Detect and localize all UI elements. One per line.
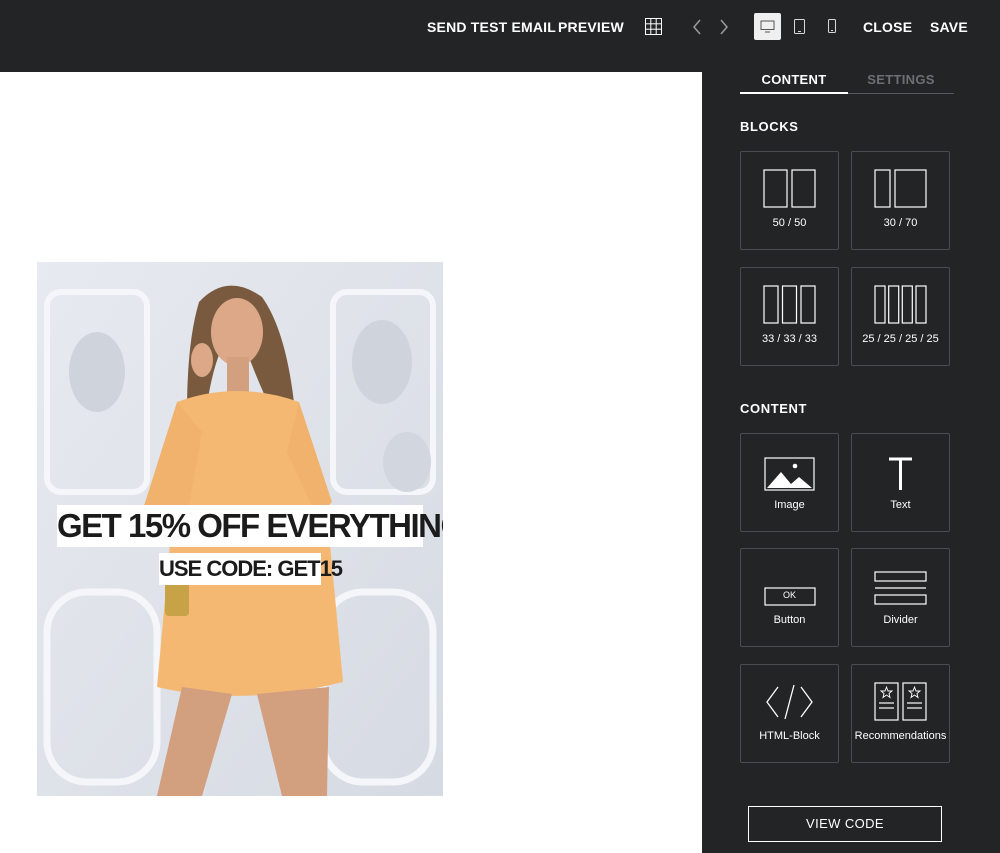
image-icon	[764, 457, 815, 491]
blocks-section-title: BLOCKS	[740, 119, 799, 134]
tile-label: Button	[773, 614, 806, 626]
send-test-email-button[interactable]: SEND TEST EMAIL	[427, 0, 556, 54]
divider-icon	[874, 571, 927, 605]
tile-label: 30 / 70	[883, 217, 918, 229]
promo-headline: GET 15% OFF EVERYTHING	[57, 505, 443, 547]
tile-label: Image	[774, 499, 805, 511]
content-text[interactable]: Text	[851, 433, 950, 532]
tile-label: 33 / 33 / 33	[761, 333, 818, 345]
columns-30-70-icon	[874, 169, 927, 208]
text-icon	[889, 457, 912, 490]
columns-50-50-icon	[763, 169, 816, 208]
content-button[interactable]: OK Button	[740, 548, 839, 647]
grid-icon[interactable]	[645, 18, 662, 35]
redo-chevron-right-icon[interactable]	[719, 19, 729, 35]
block-33-33-33[interactable]: 33 / 33 / 33	[740, 267, 839, 366]
recommendations-icon	[874, 682, 927, 721]
tablet-icon[interactable]	[794, 19, 805, 34]
columns-33-33-33-icon	[763, 285, 816, 324]
content-recommendations[interactable]: Recommendations	[851, 664, 950, 763]
editor-sidebar: CONTENT SETTINGS BLOCKS 50 / 50 30 / 70 …	[702, 72, 1000, 853]
content-html-block[interactable]: HTML-Block	[740, 664, 839, 763]
tile-label: 50 / 50	[772, 217, 807, 229]
preview-button[interactable]: PREVIEW	[558, 0, 624, 54]
editor-toolbar: SEND TEST EMAIL PREVIEW CLOSE SAVE	[0, 0, 1000, 72]
desktop-view-button[interactable]	[754, 13, 781, 40]
columns-25-25-25-25-icon	[874, 285, 927, 324]
tile-label: Divider	[883, 614, 918, 626]
block-25-25-25-25[interactable]: 25 / 25 / 25 / 25	[851, 267, 950, 366]
code-icon	[766, 684, 813, 720]
tile-label: 25 / 25 / 25 / 25	[862, 333, 939, 345]
active-tab-indicator	[740, 92, 848, 94]
promo-code: USE CODE: GET15	[159, 553, 343, 585]
block-50-50[interactable]: 50 / 50	[740, 151, 839, 250]
hero-image-block[interactable]: GET 15% OFF EVERYTHING USE CODE: GET15	[37, 262, 443, 796]
tab-content[interactable]: CONTENT	[740, 72, 848, 94]
tile-label: HTML-Block	[759, 730, 820, 742]
content-section-title: CONTENT	[740, 401, 808, 416]
desktop-icon	[760, 20, 775, 33]
content-divider[interactable]: Divider	[851, 548, 950, 647]
tile-label: Text	[890, 499, 911, 511]
button-icon-text: OK	[782, 590, 796, 600]
tile-label: Recommendations	[854, 730, 947, 742]
block-30-70[interactable]: 30 / 70	[851, 151, 950, 250]
undo-chevron-left-icon[interactable]	[692, 19, 702, 35]
close-button[interactable]: CLOSE	[863, 0, 912, 54]
view-code-button[interactable]: VIEW CODE	[748, 806, 942, 842]
mobile-icon[interactable]	[828, 19, 836, 33]
content-image[interactable]: Image	[740, 433, 839, 532]
email-canvas: GET 15% OFF EVERYTHING USE CODE: GET15	[0, 72, 702, 853]
tab-settings[interactable]: SETTINGS	[848, 72, 954, 94]
save-button[interactable]: SAVE	[930, 0, 968, 54]
